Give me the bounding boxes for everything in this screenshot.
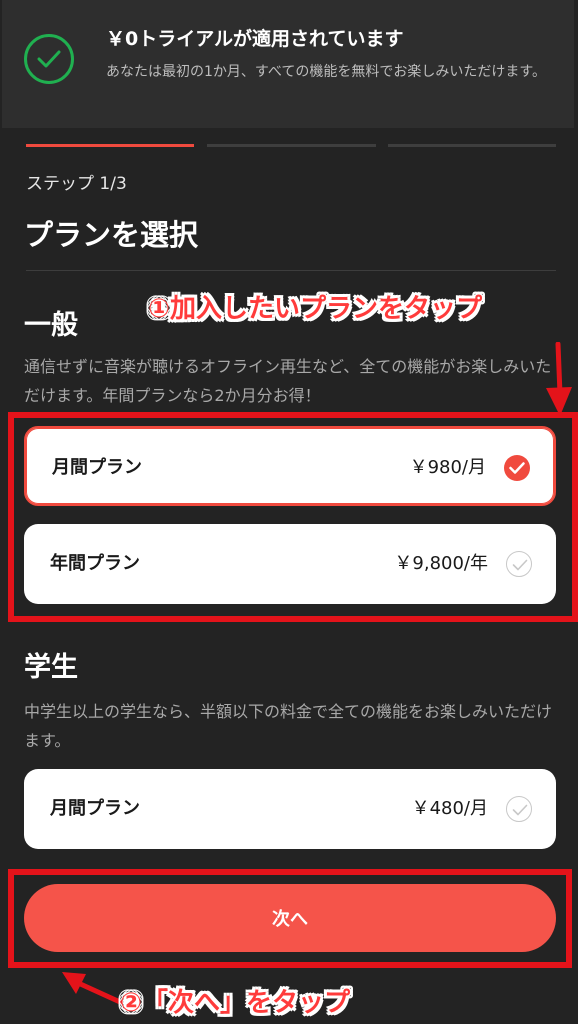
progress-segment-1 xyxy=(26,144,194,147)
banner-title: ￥0トライアルが適用されています xyxy=(106,28,404,50)
step-label: ステップ 1/3 xyxy=(26,174,127,194)
banner-description: あなたは最初の1か月、すべての機能を無料でお楽しみいただけます。 xyxy=(106,64,546,80)
section-description-general: 通信せずに音楽が聴けるオフライン再生など、全ての機能がお楽しみいただけます。年間… xyxy=(24,357,552,405)
arrow-down-icon xyxy=(546,342,572,416)
step-progress-bar xyxy=(26,144,556,148)
plan-price: ￥480/月 xyxy=(411,798,488,819)
check-outline-icon xyxy=(506,796,532,822)
plan-card-student-monthly[interactable]: 月間プラン ￥480/月 xyxy=(24,769,556,849)
progress-segment-3 xyxy=(388,144,556,147)
section-title-student: 学生 xyxy=(24,652,78,683)
trial-banner: ￥0トライアルが適用されています あなたは最初の1か月、すべての機能を無料でお楽… xyxy=(2,0,574,128)
progress-segment-2 xyxy=(207,144,376,147)
section-title-general: 一般 xyxy=(24,310,78,341)
annotation-step1-text: ①加入したいプランをタップ xyxy=(148,294,483,324)
annotation-highlight-next xyxy=(8,869,572,968)
annotation-step2-text: ②「次へ」をタップ xyxy=(120,988,351,1018)
page-title: プランを選択 xyxy=(24,218,199,252)
device-frame: ￥0トライアルが適用されています あなたは最初の1か月、すべての機能を無料でお楽… xyxy=(0,0,578,1024)
plan-name: 月間プラン xyxy=(50,798,140,819)
annotation-highlight-plans xyxy=(8,412,578,622)
section-description-student: 中学生以上の学生なら、半額以下の料金で全ての機能をお楽しみいただけます。 xyxy=(24,702,553,750)
divider xyxy=(26,270,556,271)
check-circle-icon xyxy=(24,34,74,84)
arrow-up-left-icon xyxy=(62,972,123,1005)
